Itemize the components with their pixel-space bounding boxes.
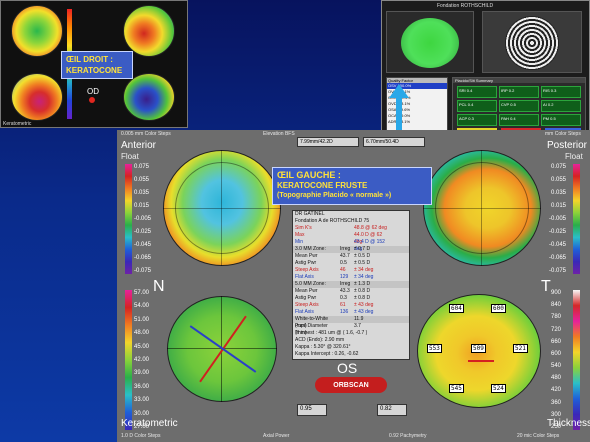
orbscan-logo: ORBSCAN [315,377,387,393]
parameter-cell: PCL 0.4 [457,100,497,112]
pachy-top-left: 604 [449,304,464,313]
right-thickness-scale [573,290,580,430]
label-thickness: Thickness [547,418,590,429]
placido-title: Fondation ROTHSCHILD [437,3,494,9]
label-posterior: Posterior [547,140,588,151]
table-row: Kappa : 5.30° @ 320.61° [295,344,351,350]
table-row: Steep Axis 61 ± 43 deg [295,302,374,308]
left-power-scale [125,290,132,430]
parameter-panel: Placido/Slit Summary SRI 0.4 IRP 0.2 RIS… [452,77,586,135]
od-label: OD [87,87,99,96]
footer-center: 0.92 Pachymetry [389,433,427,439]
posterior-map-hline [423,208,541,209]
arrow-up-icon [389,84,409,98]
left-power-labels: 57.00 54.00 51.00 48.00 45.00 42.00 39.00 36.00… [134,290,150,430]
footer-center-left: Axial Power [263,433,290,439]
top-left-steps: 0.005 mm Color Steps [121,131,171,137]
table-row: 5.0 MM Zone: Irreg ± 1.3 D [293,281,409,288]
summary-table: DR GATINEL Fondation A de ROTHSCHILD 75 … [292,210,410,360]
footer-left: 1.0 D Color Steps [121,433,161,439]
table-row: Pupil Diameter (mm) 3.7 [295,323,361,336]
footer-right: 20 mic Color Steps [517,433,560,439]
parameter-panel-title: Placido/Slit Summary [453,78,585,83]
od-callout-line2: KERATOCONE [66,66,123,75]
table-row: Mean Pwr 43.3 ± 0.8 D [295,288,371,294]
parameter-cell: CVP 0.5 [499,100,539,112]
os-callout: ŒIL GAUCHE : KERATOCONE FRUSTE (Topograp… [272,167,432,205]
table-row: Mean Pwr 43.7 ± 0.5 D [295,253,371,259]
anterior-map-frame [157,144,287,272]
os-callout-line1: ŒIL GAUCHE : [277,170,341,180]
parameter-grid: SRI 0.4 IRP 0.2 RIS 0.3 PCL 0.4 CVP 0.5 … [457,86,581,126]
thickness-map-frame: 604 600 553 509 521 545 524 [413,290,543,410]
table-row: Astig Pwr 0.3 ± 0.8 D [295,295,371,301]
pachy-bottom-right: 524 [491,384,506,393]
label-float-right: Float [565,152,583,161]
orbscan-logo-text: ORBSCAN [333,381,369,389]
table-row: Flat Axis 129 ± 34 deg [295,274,374,280]
bottom-box-right: 0.82 [377,404,407,416]
left-elevation-labels: 0.075 0.055 0.035 0.015 -0.005 -0.025 -0.045 -0… [134,164,152,274]
od-callout: ŒIL DROIT : KERATOCONE [61,51,133,79]
od-anterior-map [11,5,63,57]
pachy-center: 509 [471,344,486,353]
table-row: 3.0 MM Zone: Irreg ± 0.7 D [293,246,409,253]
thickness-arrow [468,360,494,362]
table-row: White-to-White (mm) 11.9 [293,316,409,329]
placido-map [386,11,474,73]
posterior-map-frame [417,144,547,272]
anterior-map-hline [163,208,281,209]
pachy-top-right: 600 [491,304,506,313]
parameter-cell: IRP 0.2 [499,86,539,98]
right-thickness-labels: 900 840 780 720 660 600 540 480 420 360 300 250 [551,290,562,430]
left-elevation-scale [125,164,132,274]
od-pachymetry-map [123,73,175,121]
header-box-posterior: 6.70mm/50.4D [363,137,425,147]
right-elevation-scale [573,164,580,274]
label-keratometric: Keratometric [121,418,178,429]
parameter-cell: AI 0.2 [541,100,581,112]
table-row: Steep Axis 46 ± 34 deg [295,267,374,273]
parameter-cell: ACP 0.3 [457,114,497,126]
pachy-bottom-left: 545 [449,384,464,393]
keratometric-map-frame [161,290,281,410]
table-subtitle: Fondation A de ROTHSCHILD 75 [295,218,370,224]
od-logo-icon [89,97,95,103]
table-row: Thinnest : 481 um @ ( 1.6, -0.7 ) [295,330,368,336]
od-screenshot-inset: ŒIL DROIT : KERATOCONE OD Keratometric [0,0,188,128]
table-row: Kappa Intercept : 0.26, -0.62 [295,351,359,357]
placido-rings-image [505,16,559,70]
pachy-left: 553 [427,344,442,353]
parameter-cell: RIS 0.3 [541,86,581,98]
placido-map-fill [401,18,459,68]
od-posterior-map [123,5,175,57]
label-anterior: Anterior [121,140,157,151]
right-elevation-labels: 0.075 0.055 0.035 0.015 -0.005 -0.025 -0.045 -0… [549,164,567,274]
table-row: Flat Axis 136 ± 43 deg [295,309,374,315]
parameter-cell: PAH 0.4 [499,114,539,126]
table-title: DR GATINEL [295,211,325,217]
label-float-left: Float [121,152,139,161]
label-os: OS [337,360,358,376]
pachy-right: 521 [513,344,528,353]
od-callout-line1: ŒIL DROIT : [66,55,113,64]
parameter-cell: PM 0.5 [541,114,581,126]
table-row: Astig Pwr 0.5 ± 0.5 D [295,260,371,266]
placido-rings [482,11,582,73]
top-center-label: Elevation BFS [263,131,295,137]
table-row: Max 44.0 D @ 62 deg [295,232,383,245]
os-callout-line2: KERATOCONE FRUSTE [277,181,368,190]
os-callout-line3: (Topographie Placido « normale ») [277,192,392,199]
header-box-anterior: 7.99mm/42.2D [297,137,359,147]
parameter-cell: SRI 0.4 [457,86,497,98]
od-keratometric-map [11,73,63,121]
table-row: ACD (Endo): 2.90 mm [295,337,345,343]
table-row: Sim K's 48.8 @ 62 deg [295,225,387,231]
od-footer: Keratometric [3,121,32,127]
bottom-box-left: 0.95 [297,404,327,416]
top-right-steps: mm Color Steps [545,131,581,137]
table-row: Min 43.4 D @ 152 deg [295,239,385,252]
